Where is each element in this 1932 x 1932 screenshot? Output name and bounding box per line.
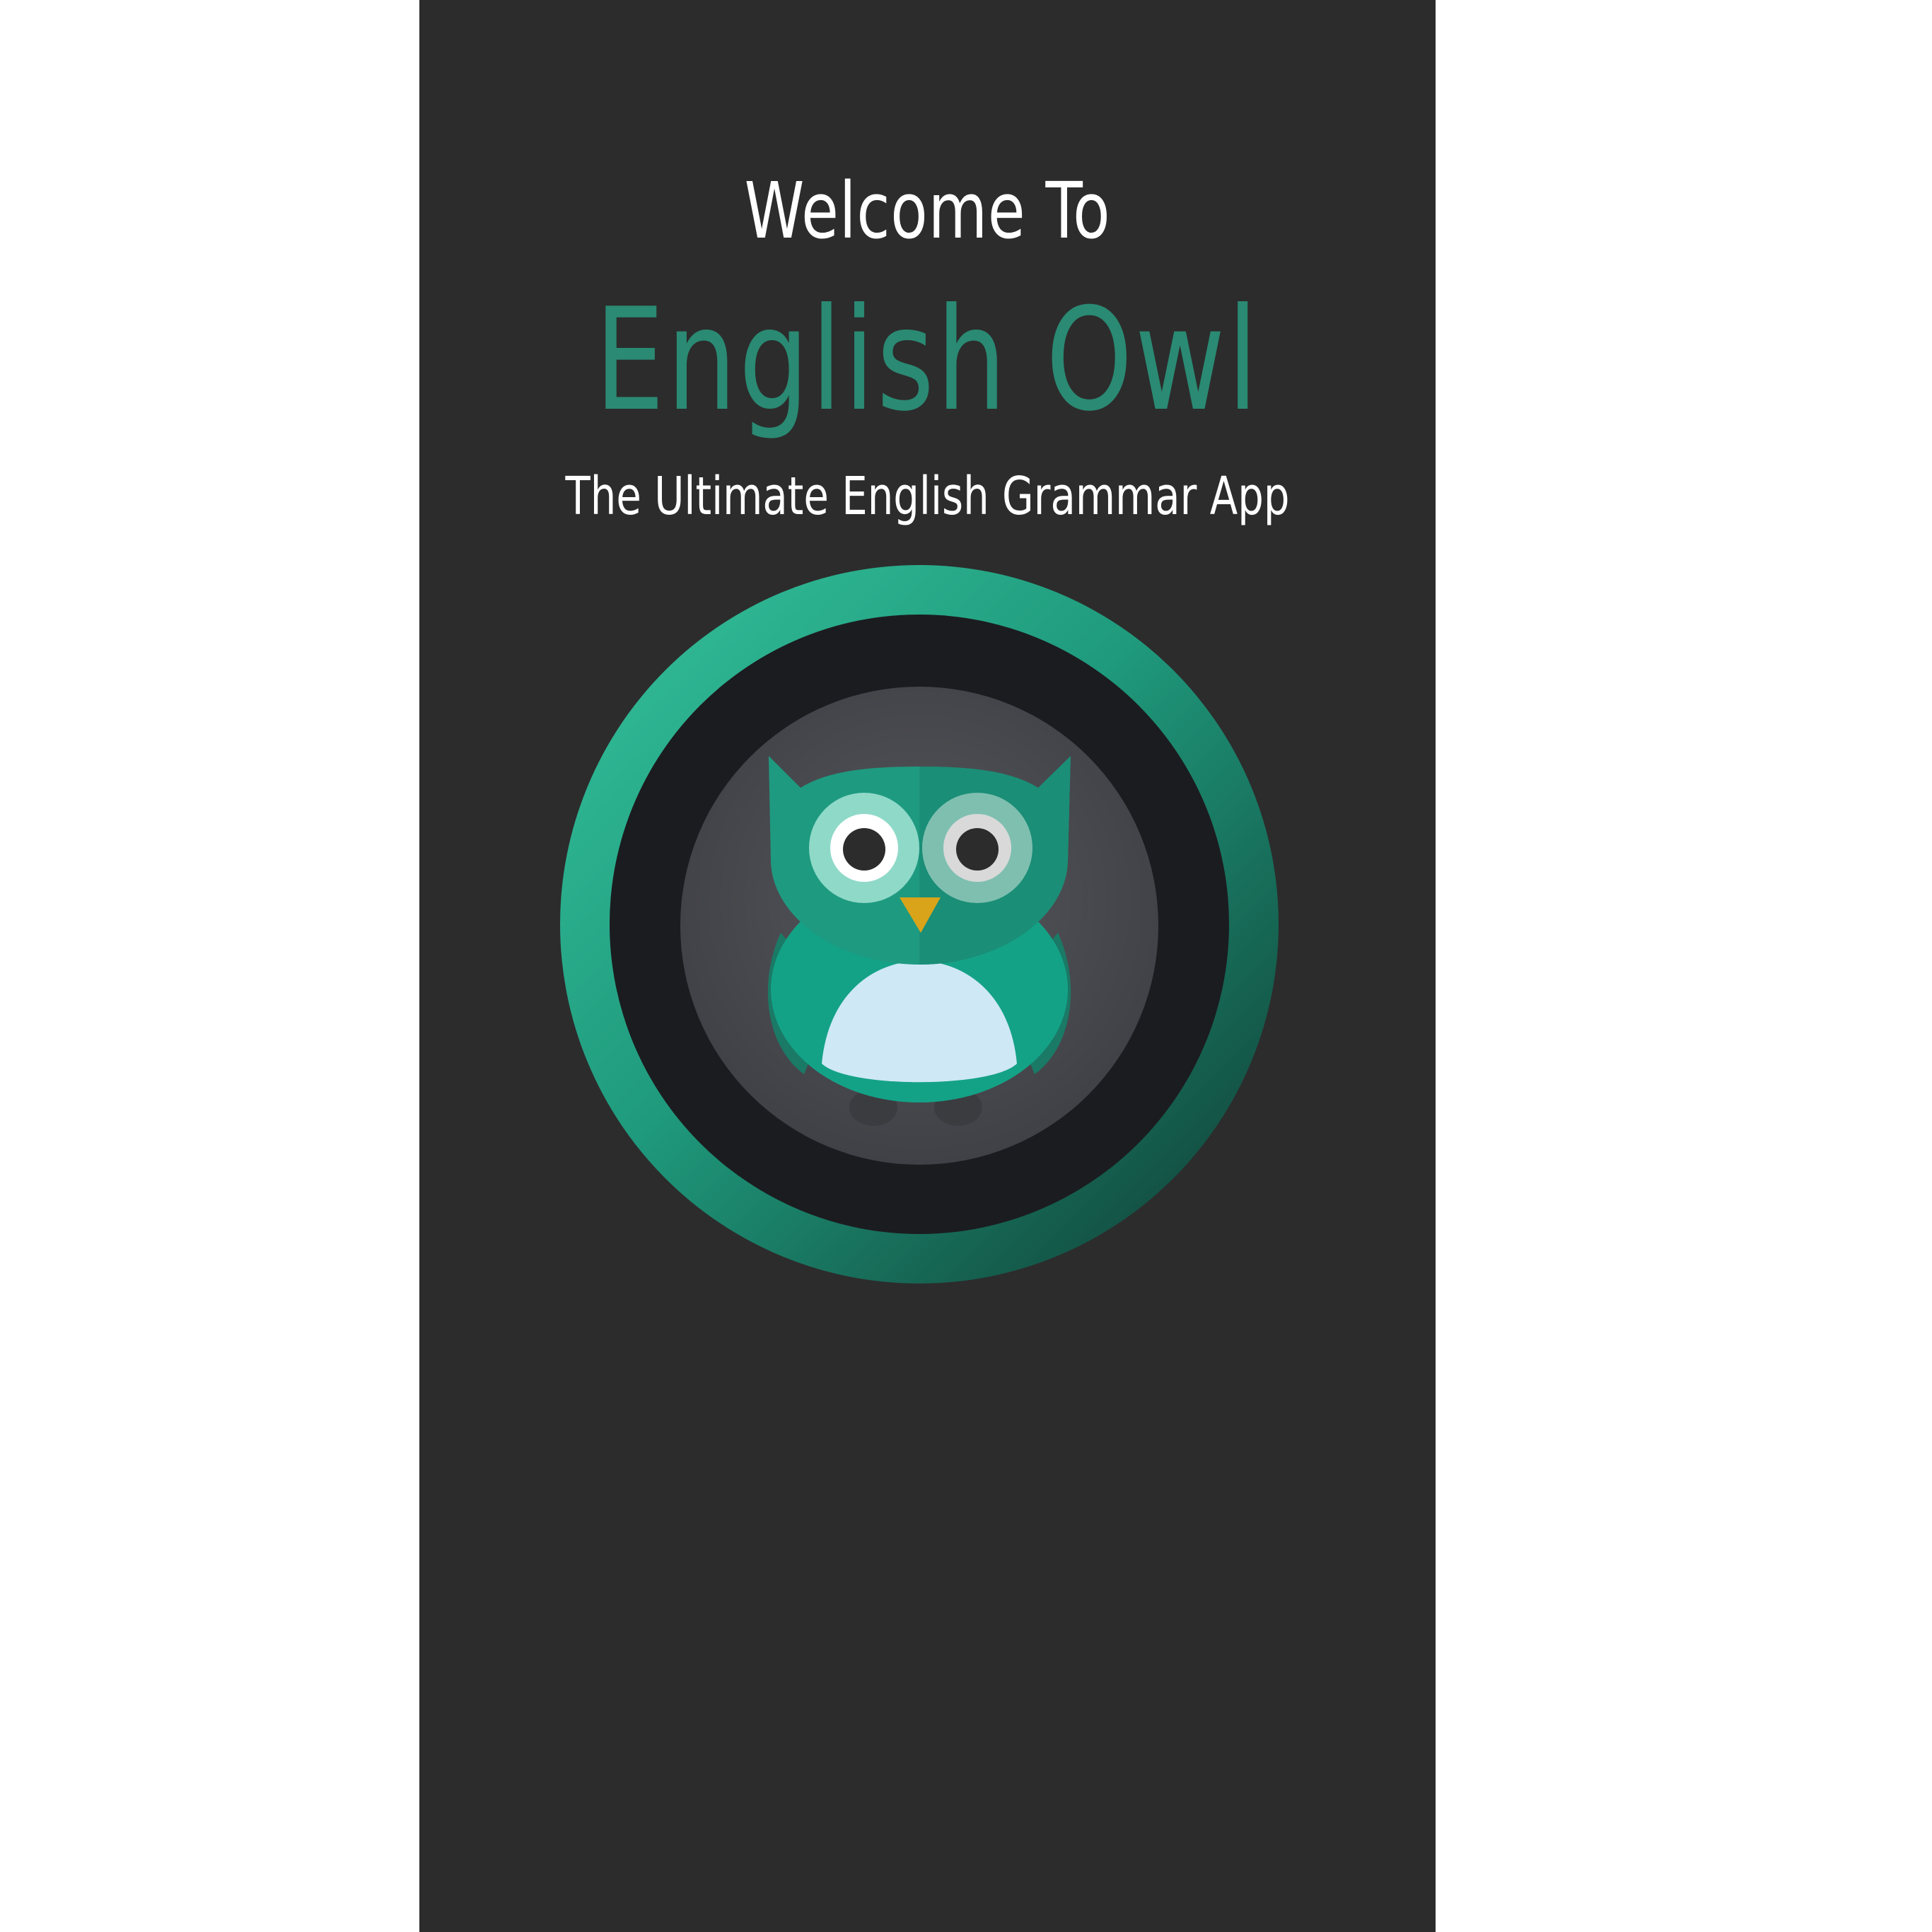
app-name-title: English Owl — [595, 278, 1260, 443]
owl-logo-svg — [560, 565, 1279, 1284]
splash-screen: Welcome To English Owl The Ultimate Engl… — [419, 0, 1436, 1932]
owl-logo-icon — [560, 565, 1279, 1284]
welcome-heading: Welcome To — [744, 165, 1111, 256]
screen: Welcome To English Owl The Ultimate Engl… — [0, 0, 1932, 1932]
app-tagline: The Ultimate English Grammar App — [565, 466, 1290, 527]
